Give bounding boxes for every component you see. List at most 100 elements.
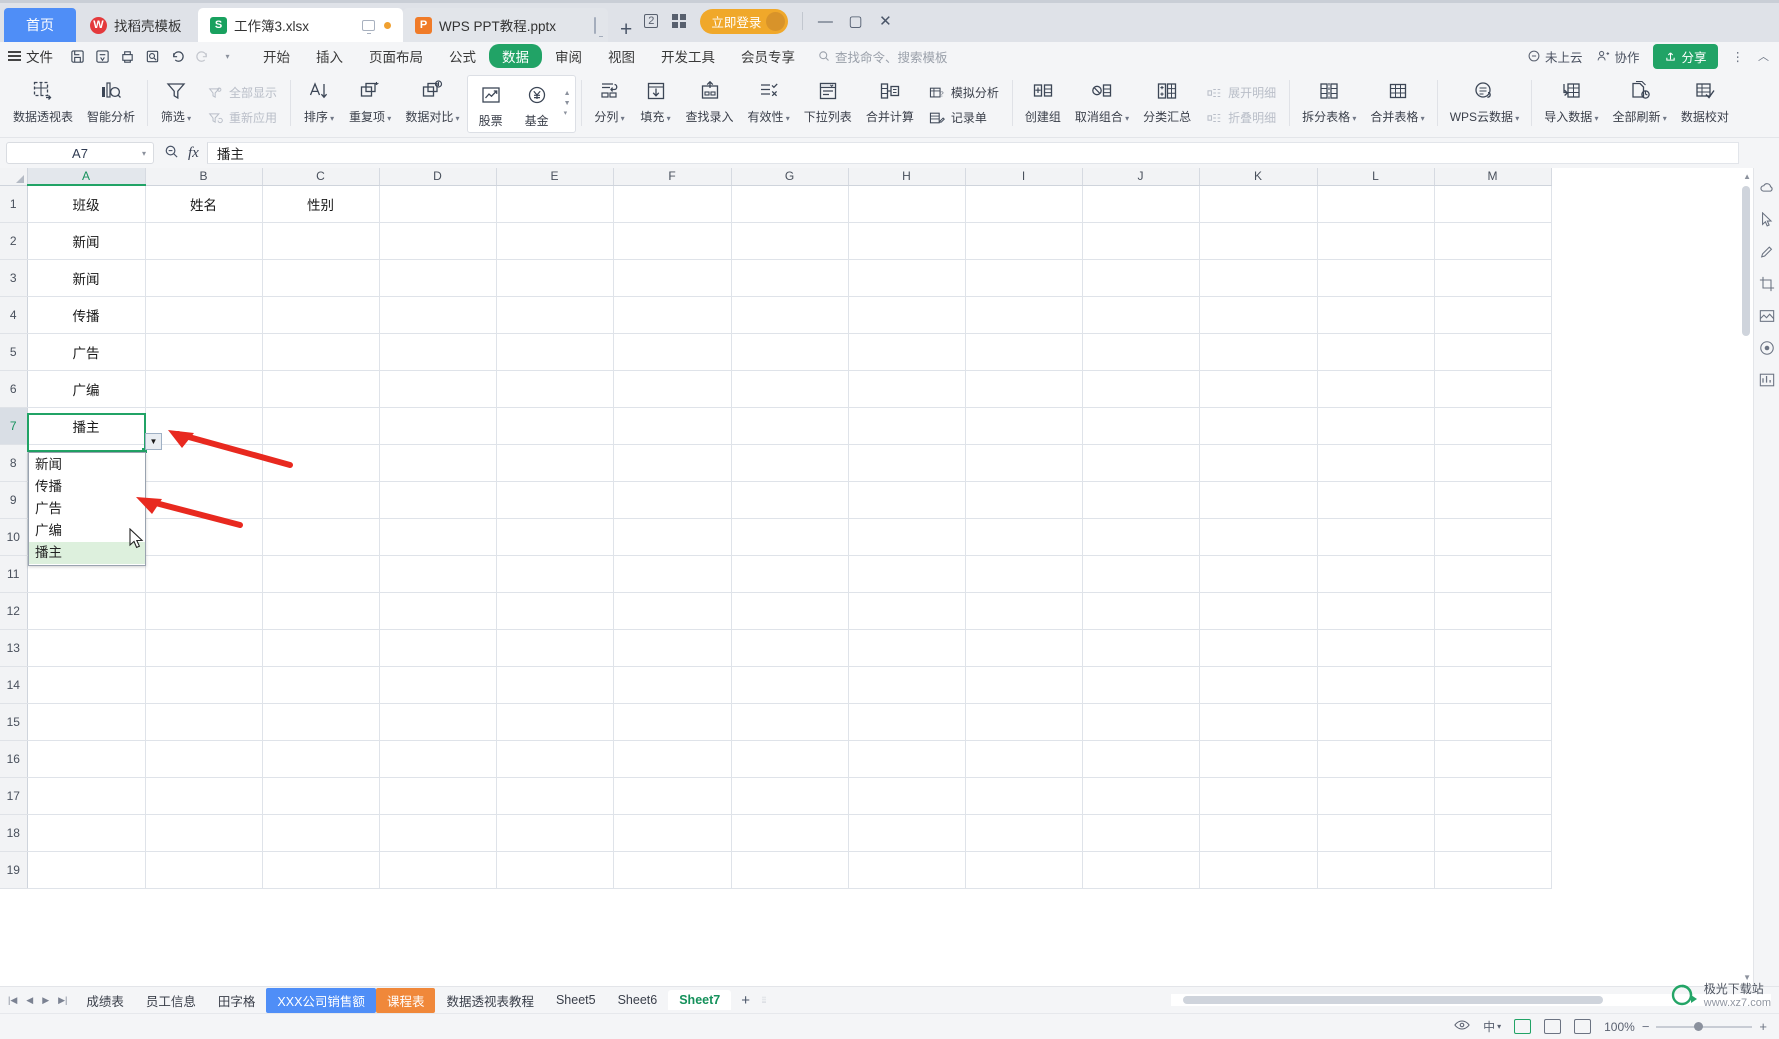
sheet-tab-xxxgongsixiaoshoue[interactable]: XXX公司销售额 — [266, 987, 376, 1013]
cell-D4[interactable] — [379, 296, 497, 334]
cell-H10[interactable] — [848, 518, 966, 556]
row-header-9[interactable]: 9 — [0, 481, 28, 519]
cell-H14[interactable] — [848, 666, 966, 704]
save-icon[interactable] — [70, 49, 85, 64]
share-button[interactable]: 分享 — [1653, 43, 1718, 69]
cell-I2[interactable] — [965, 222, 1083, 260]
next-sheet-icon[interactable]: ▶ — [42, 995, 49, 1006]
cell-L15[interactable] — [1317, 703, 1435, 741]
cell-B13[interactable] — [145, 629, 263, 667]
cell-L12[interactable] — [1317, 592, 1435, 630]
cell-M18[interactable] — [1434, 814, 1552, 852]
cell-H15[interactable] — [848, 703, 966, 741]
stock-button[interactable]: 股票 — [468, 76, 514, 136]
cell-C8[interactable] — [262, 444, 380, 482]
sheet-tab-sheet6[interactable]: Sheet6 — [607, 990, 669, 1010]
sheet-tab-yuangongxinxi[interactable]: 员工信息 — [135, 988, 207, 1013]
consolidate-button[interactable]: 合并计算 — [859, 72, 921, 132]
sheet-tab-shujutoushibiaojiaocheng[interactable]: 数据透视表教程 — [435, 988, 545, 1013]
cell-I17[interactable] — [965, 777, 1083, 815]
row-header-5[interactable]: 5 — [0, 333, 28, 371]
cell-I14[interactable] — [965, 666, 1083, 704]
cell-F16[interactable] — [613, 740, 732, 778]
cell-J1[interactable] — [1082, 185, 1200, 223]
cell-D6[interactable] — [379, 370, 497, 408]
cell-E14[interactable] — [496, 666, 614, 704]
row-header-12[interactable]: 12 — [0, 592, 28, 630]
pivot-table-button[interactable]: 数据透视表 — [6, 72, 80, 132]
column-header-H[interactable]: H — [848, 168, 966, 186]
cell-G5[interactable] — [731, 333, 849, 371]
cell-G15[interactable] — [731, 703, 849, 741]
cell-A17[interactable] — [27, 777, 146, 815]
cell-L5[interactable] — [1317, 333, 1435, 371]
cell-E6[interactable] — [496, 370, 614, 408]
cell-H12[interactable] — [848, 592, 966, 630]
cell-B9[interactable] — [145, 481, 263, 519]
cell-G7[interactable] — [731, 407, 849, 445]
page-break-icon[interactable] — [1574, 1019, 1592, 1034]
cell-H19[interactable] — [848, 851, 966, 889]
page-layout-icon[interactable] — [1544, 1019, 1562, 1034]
ime-icon[interactable]: 中 ▾ — [1483, 1018, 1501, 1035]
maximize-button[interactable]: ▢ — [847, 12, 863, 30]
cell-F7[interactable] — [613, 407, 732, 445]
cell-B10[interactable] — [145, 518, 263, 556]
row-header-13[interactable]: 13 — [0, 629, 28, 667]
cell-E3[interactable] — [496, 259, 614, 297]
cell-A13[interactable] — [27, 629, 146, 667]
cell-C12[interactable] — [262, 592, 380, 630]
cell-B4[interactable] — [145, 296, 263, 334]
cell-K6[interactable] — [1199, 370, 1318, 408]
what-if-button[interactable]: ? 模拟分析 — [925, 82, 1003, 103]
save-cloud-icon[interactable] — [95, 49, 110, 64]
cell-A4[interactable]: 传播 — [27, 296, 146, 334]
smart-analysis-button[interactable]: 智能分析 — [80, 72, 142, 132]
cell-H8[interactable] — [848, 444, 966, 482]
cell-D10[interactable] — [379, 518, 497, 556]
fund-button[interactable]: 基金 — [514, 76, 560, 136]
fill-button[interactable]: 填充 — [633, 72, 679, 132]
spinner-up-icon[interactable]: ▲ — [564, 90, 571, 97]
tab-view[interactable]: 视图 — [595, 44, 648, 68]
group-button[interactable]: 创建组 — [1018, 72, 1068, 132]
cell-A1[interactable]: 班级 — [27, 185, 146, 223]
cell-C1[interactable]: 性别 — [262, 185, 380, 223]
cell-E7[interactable] — [496, 407, 614, 445]
cell-F19[interactable] — [613, 851, 732, 889]
redo-icon[interactable] — [195, 49, 210, 64]
record-icon[interactable] — [1759, 340, 1775, 356]
eye-icon[interactable] — [1454, 1019, 1470, 1034]
cell-E10[interactable] — [496, 518, 614, 556]
dropdown-list-button[interactable]: 下拉列表 — [797, 72, 859, 132]
row-header-7[interactable]: 7 — [0, 407, 28, 445]
cell-F12[interactable] — [613, 592, 732, 630]
cell-I10[interactable] — [965, 518, 1083, 556]
cell-D7[interactable] — [379, 407, 497, 445]
cell-K15[interactable] — [1199, 703, 1318, 741]
cell-B16[interactable] — [145, 740, 263, 778]
cell-H13[interactable] — [848, 629, 966, 667]
cell-F10[interactable] — [613, 518, 732, 556]
cell-B14[interactable] — [145, 666, 263, 704]
column-header-L[interactable]: L — [1317, 168, 1435, 186]
ungroup-button[interactable]: 取消组合 — [1068, 72, 1136, 132]
minimize-button[interactable]: — — [817, 13, 833, 30]
cell-L1[interactable] — [1317, 185, 1435, 223]
cell-M3[interactable] — [1434, 259, 1552, 297]
dropdown-item-2[interactable]: 广告 — [29, 498, 145, 520]
cell-L17[interactable] — [1317, 777, 1435, 815]
cell-B18[interactable] — [145, 814, 263, 852]
ribbon-scroll-spinner[interactable]: ▲ ▼ ▾ — [560, 76, 575, 132]
validation-button[interactable]: 有效性 — [741, 72, 797, 132]
cell-F13[interactable] — [613, 629, 732, 667]
vertical-scrollbar[interactable] — [1740, 186, 1752, 986]
tab-docer-template[interactable]: W 找稻壳模板 — [78, 8, 198, 42]
pointer-icon[interactable] — [1759, 212, 1775, 228]
data-proofread-button[interactable]: 数据校对 — [1674, 72, 1736, 132]
cell-M14[interactable] — [1434, 666, 1552, 704]
tab-data[interactable]: 数据 — [489, 44, 542, 68]
zoom-slider-knob[interactable] — [1694, 1021, 1704, 1031]
cell-E1[interactable] — [496, 185, 614, 223]
cell-E13[interactable] — [496, 629, 614, 667]
